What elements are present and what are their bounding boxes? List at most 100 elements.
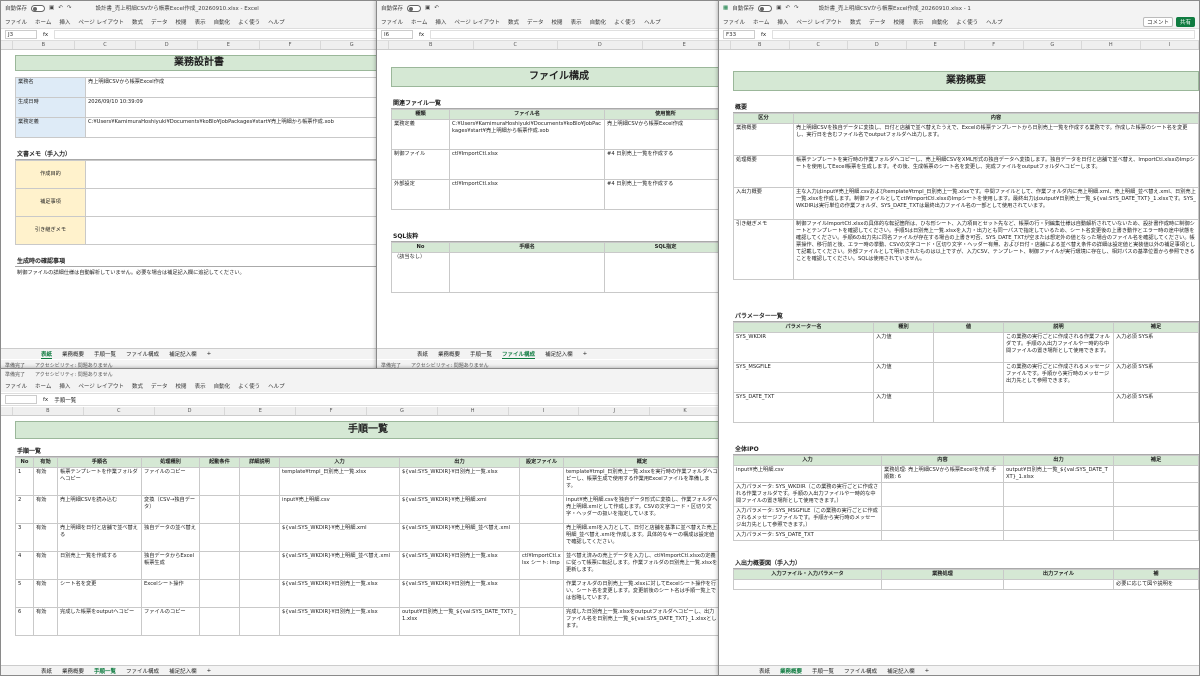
menu-item[interactable]: 表示 <box>195 382 206 390</box>
menu-item[interactable]: 数式 <box>132 382 143 390</box>
sheet-tab[interactable]: 表紙 <box>41 667 52 675</box>
step-enabled[interactable]: 有効 <box>33 551 58 581</box>
memo-input-handover[interactable] <box>85 216 383 245</box>
sheet-tab[interactable]: 補足記入欄 <box>887 667 915 675</box>
step-config[interactable] <box>519 579 564 609</box>
formula-input[interactable] <box>430 30 723 39</box>
overview-value[interactable]: 売上明細CSVを独自データに変換し、日付と店舗で並べ替えたうえで、Excelの帳… <box>793 123 1199 157</box>
add-sheet-icon[interactable]: + <box>207 668 212 674</box>
step-enabled[interactable]: 有効 <box>33 579 58 609</box>
column-header[interactable]: G <box>321 41 383 49</box>
sheet-tab[interactable]: 補足記入欄 <box>169 667 197 675</box>
step-output[interactable]: output¥日別売上一覧_${val:SYS_DATE_TXT}_1.xlsx <box>399 607 520 637</box>
ipo-cell[interactable] <box>881 530 1004 542</box>
step-note[interactable]: 売上明細.xmlを入力として、日付と店舗を基準に並べ替えた売上明細_並べ替え.x… <box>563 523 721 553</box>
sheet-tab[interactable]: 補足記入欄 <box>169 350 197 358</box>
step-detail[interactable] <box>239 467 280 497</box>
menu-item[interactable]: データ <box>151 382 168 390</box>
fx-icon[interactable]: fx <box>43 32 48 38</box>
sheet-tab[interactable]: 業務概要 <box>62 350 84 358</box>
menu-item[interactable]: 自動化 <box>214 18 231 26</box>
menu-item[interactable]: 挿入 <box>435 18 446 26</box>
step-condition[interactable] <box>199 467 240 497</box>
io-cell[interactable] <box>733 579 882 591</box>
sheet-tab[interactable]: 手順一覧 <box>470 350 492 358</box>
step-name[interactable]: 完成した帳票をoutputへコピー <box>57 607 142 637</box>
param-cell[interactable]: 入力値 <box>873 362 934 394</box>
name-box[interactable]: I6 <box>381 30 413 39</box>
sheet-tab[interactable]: 表紙 <box>759 667 770 675</box>
ipo-cell[interactable] <box>1113 482 1199 508</box>
ipo-cell[interactable] <box>1113 530 1199 542</box>
menu-item[interactable]: 数式 <box>508 18 519 26</box>
param-cell[interactable] <box>1003 392 1114 424</box>
save-icon[interactable]: ▣ <box>776 5 781 11</box>
save-icon[interactable]: ▣ <box>425 5 430 11</box>
step-condition[interactable] <box>199 579 240 609</box>
step-condition[interactable] <box>199 551 240 581</box>
name-box[interactable] <box>5 395 37 404</box>
sheet-tab[interactable]: ファイル構成 <box>502 350 536 359</box>
step-detail[interactable] <box>239 607 280 637</box>
file-name[interactable]: ctl¥ImportCtl.xlsx <box>449 149 605 181</box>
ipo-cell[interactable]: 業務処理: 売上明細CSVから帳票Excelを作成 手順数: 6 <box>881 465 1004 484</box>
step-kind[interactable]: 独自データからExcel帳票生成 <box>141 551 200 581</box>
sheet-tab[interactable]: ファイル構成 <box>126 350 159 358</box>
undo-icon[interactable]: ↶ <box>785 5 790 11</box>
menu-item[interactable]: よく使う <box>238 18 260 26</box>
menu-item[interactable]: ページ レイアウト <box>78 382 124 390</box>
ipo-cell[interactable] <box>881 506 1004 532</box>
menu-item[interactable]: 校閲 <box>176 382 187 390</box>
menu-item[interactable]: 校閲 <box>894 18 905 26</box>
step-enabled[interactable]: 有効 <box>33 495 58 525</box>
step-input[interactable]: input¥売上明細.csv <box>279 495 400 525</box>
sheet-tab[interactable]: 手順一覧 <box>94 350 116 358</box>
step-name[interactable]: 日別売上一覧を作成する <box>57 551 142 581</box>
column-header[interactable]: E <box>198 41 260 49</box>
step-enabled[interactable]: 有効 <box>33 523 58 553</box>
param-cell[interactable]: 入力必須 SYS系 <box>1113 392 1199 424</box>
column-header[interactable]: D <box>136 41 199 49</box>
step-note[interactable]: 作業フォルダの日別売上一覧.xlsxに対してExcelシート操作を行い、シート名… <box>563 579 721 609</box>
step-output[interactable]: ${val:SYS_WKDIR}¥日別売上一覧.xlsx <box>399 551 520 581</box>
menu-item[interactable]: 表示 <box>913 18 924 26</box>
undo-icon[interactable]: ↶ <box>434 5 439 11</box>
step-note[interactable]: 完成した日別売上一覧.xlsxをoutputフォルダへコピーし、出力ファイル名を… <box>563 607 721 637</box>
menu-item[interactable]: ホーム <box>753 18 769 26</box>
accessibility-status[interactable]: アクセシビリティ: 問題ありません <box>35 371 113 378</box>
menu-item[interactable]: ホーム <box>35 18 51 26</box>
param-cell[interactable] <box>933 332 1004 364</box>
menu-item[interactable]: ヘルプ <box>268 18 285 26</box>
menu-item[interactable]: よく使う <box>956 18 978 26</box>
param-cell[interactable]: 入力必須 SYS系 <box>1113 332 1199 364</box>
param-cell[interactable]: SYS_WKDIR <box>733 332 874 364</box>
comment-button[interactable]: コメント <box>1142 16 1173 27</box>
menu-item[interactable]: ファイル <box>5 18 27 26</box>
step-condition[interactable] <box>199 607 240 637</box>
step-config[interactable] <box>519 495 564 525</box>
menu-item[interactable]: ページ レイアウト <box>454 18 500 26</box>
fx-icon[interactable]: fx <box>43 397 48 403</box>
ipo-cell[interactable]: 入力パラメータ: SYS_WKDIR（この業務の実行ごとに作成される作業フォルダ… <box>733 482 882 508</box>
column-header[interactable]: C <box>75 41 137 49</box>
step-detail[interactable] <box>239 551 280 581</box>
column-header[interactable]: F <box>260 41 322 49</box>
value-definition[interactable]: C:¥Users¥KamimuraHoshiyuki¥Documents¥koB… <box>85 117 383 138</box>
sheet-tab[interactable]: 手順一覧 <box>94 667 117 675</box>
menu-item[interactable]: データ <box>151 18 168 26</box>
share-button[interactable]: 共有 <box>1175 16 1195 27</box>
ipo-cell[interactable]: 入力パラメータ: SYS_DATE_TXT <box>733 530 882 542</box>
corner-cell[interactable] <box>1 41 13 49</box>
step-name[interactable]: 帳票テンプレートを作業フォルダへコピー <box>57 467 142 497</box>
step-config[interactable] <box>519 523 564 553</box>
ipo-cell[interactable]: output¥日別売上一覧_${val:SYS_DATE_TXT}_1.xlsx <box>1003 465 1114 484</box>
add-sheet-icon[interactable]: + <box>583 351 588 357</box>
formula-input[interactable]: 手順一覧 <box>54 396 717 404</box>
menu-item[interactable]: 挿入 <box>59 18 70 26</box>
sheet-tab[interactable]: 業務概要 <box>780 667 803 675</box>
step-note[interactable]: 並べ替え済みの売上データを入力し、ctl¥ImportCtl.xlsxの定義に従… <box>563 551 721 581</box>
step-kind[interactable]: 変換（CSV→独自データ） <box>141 495 200 525</box>
step-input[interactable]: ${val:SYS_WKDIR}¥売上明細_並べ替え.xml <box>279 551 400 581</box>
step-input[interactable]: ${val:SYS_WKDIR}¥日別売上一覧.xlsx <box>279 579 400 609</box>
param-cell[interactable]: この業務の実行ごとに作成される作業フォルダです。手順の入出力ファイルや一時的な中… <box>1003 332 1114 364</box>
